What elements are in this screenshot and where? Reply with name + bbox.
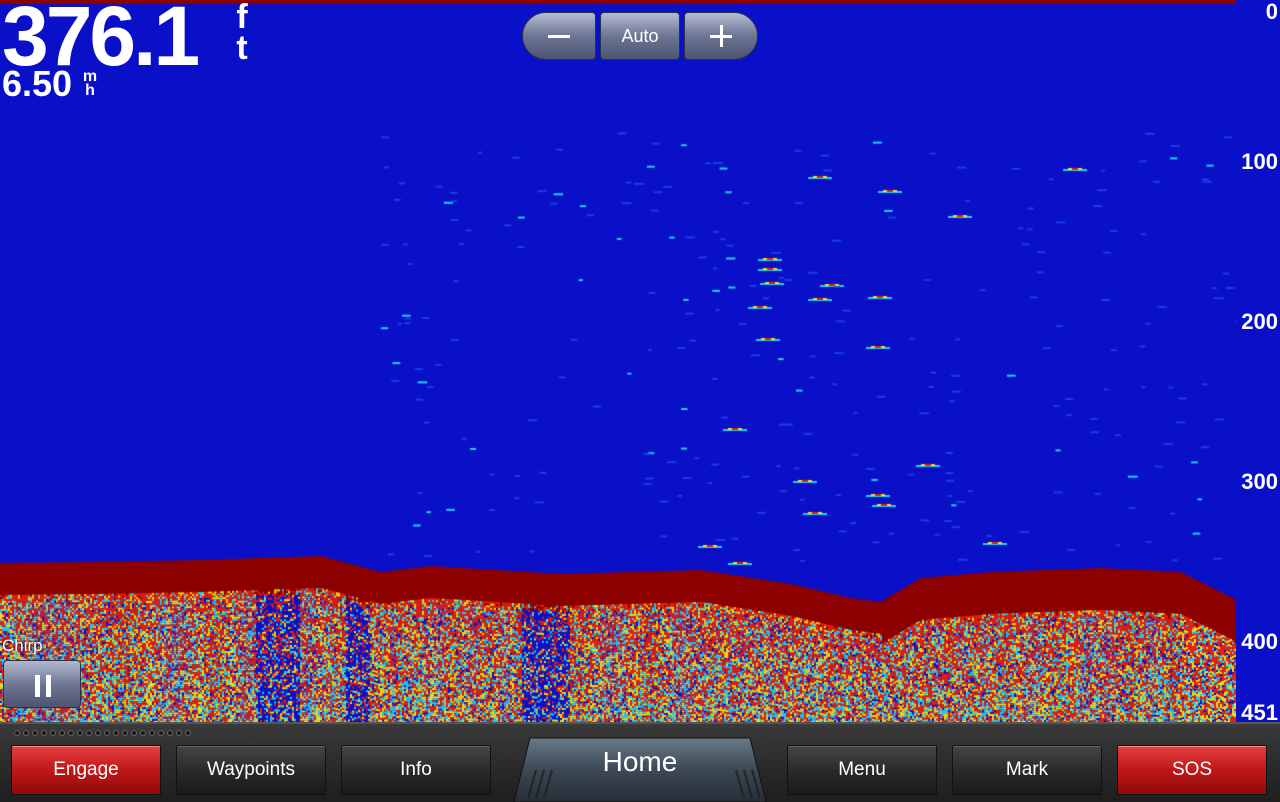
pause-button[interactable]	[3, 660, 81, 708]
depth-unit-bottom: t	[236, 29, 248, 67]
menu-button[interactable]: Menu	[787, 745, 937, 795]
depth-tick: 0	[1265, 0, 1278, 24]
sonar-mode-label: Chirp	[2, 636, 43, 655]
speed-unit-bottom: h	[85, 82, 95, 99]
speed-unit: m h	[82, 69, 98, 99]
zoom-in-button[interactable]	[684, 12, 758, 60]
zoom-out-button[interactable]	[522, 12, 596, 60]
waypoints-button[interactable]: Waypoints	[176, 745, 326, 795]
depth-tick: 451	[1241, 700, 1278, 725]
plus-icon	[710, 25, 732, 47]
engage-button[interactable]: Engage	[11, 745, 161, 795]
info-button[interactable]: Info	[341, 745, 491, 795]
page-indicator	[14, 730, 191, 738]
sos-button[interactable]: SOS	[1117, 745, 1267, 795]
depth-unit: f t	[232, 0, 252, 67]
home-label: Home	[602, 746, 678, 777]
depth-tick: 100	[1241, 149, 1278, 174]
bottom-toolbar: Engage Waypoints Info Home Menu Mark SOS	[0, 722, 1280, 802]
depth-tick: 200	[1241, 309, 1278, 334]
sonar-display[interactable]	[0, 0, 1236, 722]
depth-scale: 0 100 200 300 400 451	[1236, 0, 1280, 725]
depth-tick: 400	[1241, 629, 1278, 654]
zoom-auto-button[interactable]: Auto	[600, 12, 680, 60]
speed-readout: 6.50	[2, 63, 73, 104]
mark-button[interactable]: Mark	[952, 745, 1102, 795]
depth-tick: 300	[1241, 469, 1278, 494]
home-button[interactable]: Home	[512, 736, 768, 802]
zoom-controls: Auto	[522, 12, 758, 62]
minus-icon	[548, 34, 570, 38]
